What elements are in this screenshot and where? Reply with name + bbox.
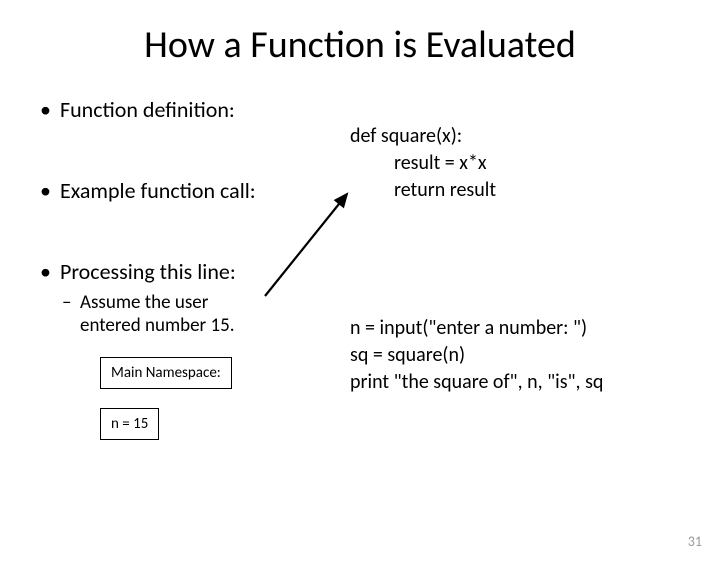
code-line: result = x*x [350, 150, 690, 177]
right-column: def square(x): result = x*xreturn result… [350, 96, 690, 423]
code-function-def: def square(x): result = x*xreturn result [350, 96, 690, 258]
code-line: sq = square(n) [350, 343, 465, 367]
namespace-boxes: Main Namespace: n = 15 [40, 357, 340, 440]
box-n-value: n = 15 [100, 408, 159, 440]
page-number: 31 [688, 533, 702, 550]
sub-line-1: Assume the user [80, 291, 208, 314]
sub-line-2: entered number 15. [80, 314, 235, 337]
code-line: def square(x): [350, 124, 462, 148]
box-main-namespace: Main Namespace: [100, 357, 232, 389]
slide-title: How a Function is Evaluated [0, 22, 720, 68]
arrow-icon [265, 188, 360, 298]
code-line: print "the square of", n, "is", sq [350, 370, 603, 394]
code-function-call: n = input("enter a number: ") sq = squar… [350, 288, 690, 423]
code-line: return result [350, 177, 690, 204]
bullet-function-definition: Function definition: [40, 96, 340, 123]
code-line: n = input("enter a number: ") [350, 316, 587, 340]
